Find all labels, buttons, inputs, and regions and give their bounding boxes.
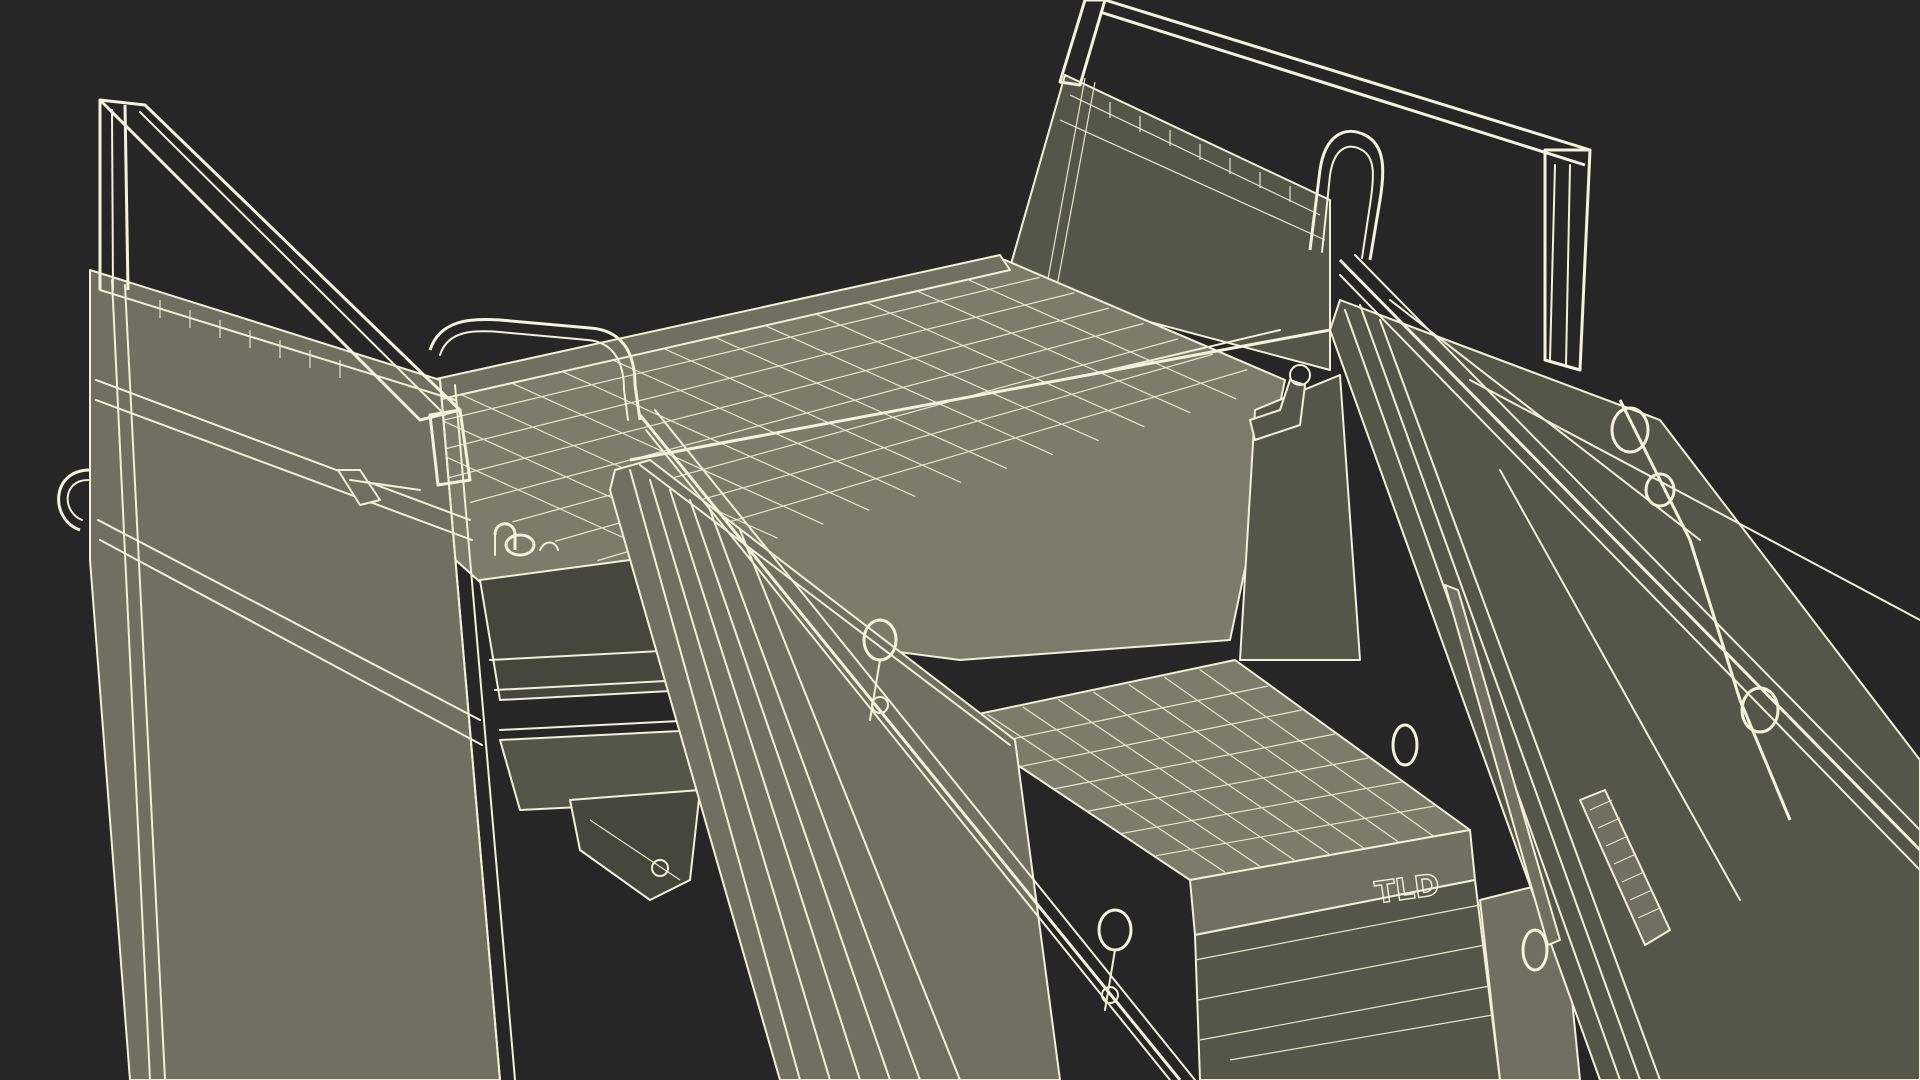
airport-stair-truck-wireframe: TLD [57, 0, 1920, 1080]
